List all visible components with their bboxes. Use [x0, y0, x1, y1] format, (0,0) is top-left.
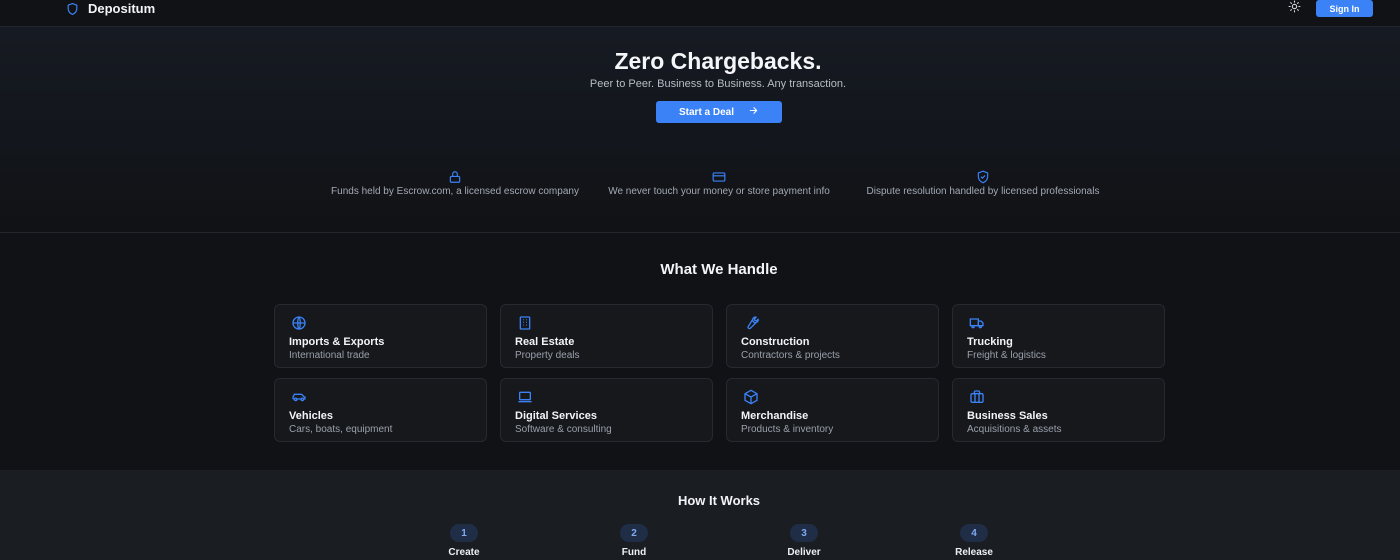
- step-number: 4: [960, 524, 988, 542]
- step-number: 2: [620, 524, 648, 542]
- card-title: Merchandise: [741, 410, 809, 422]
- lock-icon: [330, 170, 580, 184]
- card-digital-services[interactable]: Digital Services Software & consulting: [500, 378, 713, 442]
- feature-escrow: Funds held by Escrow.com, a licensed esc…: [330, 170, 580, 198]
- truck-icon: [967, 315, 1150, 331]
- globe-icon: [289, 315, 472, 331]
- step-fund: 2 Fund: [594, 524, 674, 558]
- card-title: Construction: [741, 336, 810, 348]
- card-title: Trucking: [967, 336, 1013, 348]
- theme-toggle[interactable]: [1285, 0, 1303, 17]
- step-label: Deliver: [787, 547, 821, 558]
- step-deliver: 3 Deliver: [764, 524, 844, 558]
- card-subtitle: Cars, boats, equipment: [289, 424, 393, 435]
- how-it-works-title: How It Works: [677, 493, 761, 508]
- sign-in-button[interactable]: Sign In: [1316, 0, 1373, 17]
- brand-name: Depositum: [88, 1, 156, 16]
- what-we-handle-title: What We Handle: [660, 261, 778, 278]
- card-subtitle: Software & consulting: [515, 424, 612, 435]
- card-trucking[interactable]: Trucking Freight & logistics: [952, 304, 1165, 368]
- card-imports-exports[interactable]: Imports & Exports International trade: [274, 304, 487, 368]
- laptop-icon: [515, 389, 698, 405]
- feature-payment: We never touch your money or store payme…: [594, 170, 844, 198]
- card-subtitle: Acquisitions & assets: [967, 424, 1062, 435]
- step-create: 1 Create: [424, 524, 504, 558]
- sun-icon: [1288, 0, 1301, 18]
- hero-subtitle: Peer to Peer. Business to Business. Any …: [589, 78, 847, 90]
- brand[interactable]: Depositum: [66, 0, 155, 17]
- car-icon: [289, 389, 472, 405]
- card-merchandise[interactable]: Merchandise Products & inventory: [726, 378, 939, 442]
- card-title: Vehicles: [289, 410, 334, 422]
- card-business-sales[interactable]: Business Sales Acquisitions & assets: [952, 378, 1165, 442]
- how-it-works-section: How It Works 1 Create 2 Fund 3 Deliver 4…: [0, 470, 1400, 560]
- top-bar: Depositum Sign In: [0, 0, 1400, 27]
- hero-title: Zero Chargebacks.: [614, 48, 822, 74]
- card-title: Imports & Exports: [289, 336, 385, 348]
- card-title: Business Sales: [967, 410, 1048, 422]
- step-number: 3: [790, 524, 818, 542]
- wrench-icon: [741, 315, 924, 331]
- start-deal-button[interactable]: Start a Deal: [656, 101, 782, 123]
- step-label: Release: [955, 547, 993, 558]
- page: Depositum Sign In Zero Chargebacks. Peer…: [0, 0, 1400, 560]
- card-title: Digital Services: [515, 410, 597, 422]
- building-icon: [515, 315, 698, 331]
- card-real-estate[interactable]: Real Estate Property deals: [500, 304, 713, 368]
- step-number: 1: [450, 524, 478, 542]
- step-label: Fund: [621, 547, 647, 558]
- trust-features: Funds held by Escrow.com, a licensed esc…: [0, 170, 1400, 230]
- shield-check-icon: [858, 170, 1108, 184]
- card-subtitle: International trade: [289, 350, 370, 361]
- feature-text: Funds held by Escrow.com, a licensed esc…: [331, 186, 579, 197]
- briefcase-icon: [967, 389, 1150, 405]
- card-subtitle: Freight & logistics: [967, 350, 1046, 361]
- card-subtitle: Property deals: [515, 350, 580, 361]
- step-label: Create: [448, 547, 480, 558]
- hero-section: Zero Chargebacks. Peer to Peer. Business…: [0, 27, 1400, 233]
- start-deal-label: Start a Deal: [678, 106, 735, 118]
- shield-logo-icon: [66, 2, 79, 16]
- card-subtitle: Products & inventory: [741, 424, 834, 435]
- step-release: 4 Release: [934, 524, 1014, 558]
- card-vehicles[interactable]: Vehicles Cars, boats, equipment: [274, 378, 487, 442]
- feature-dispute: Dispute resolution handled by licensed p…: [858, 170, 1108, 198]
- feature-text: Dispute resolution handled by licensed p…: [866, 186, 1100, 197]
- card-subtitle: Contractors & projects: [741, 350, 840, 361]
- arrow-right-icon: [748, 105, 759, 119]
- card-construction[interactable]: Construction Contractors & projects: [726, 304, 939, 368]
- package-icon: [741, 389, 924, 405]
- credit-card-icon: [594, 170, 844, 184]
- card-title: Real Estate: [515, 336, 575, 348]
- feature-text: We never touch your money or store payme…: [608, 186, 830, 197]
